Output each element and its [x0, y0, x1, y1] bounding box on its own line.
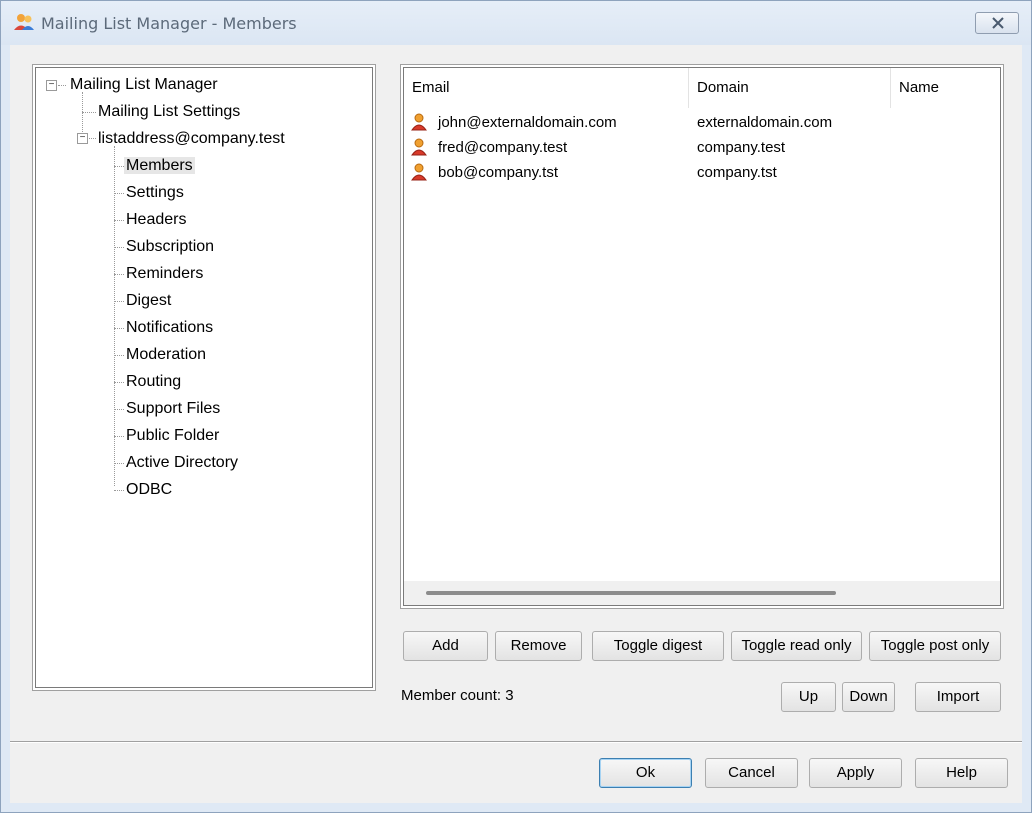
- separator: [10, 741, 1022, 743]
- toggle-digest-button[interactable]: Toggle digest: [592, 631, 724, 661]
- navigation-tree-inner: − Mailing List Manager Mailing List Sett…: [35, 67, 373, 688]
- close-icon: [992, 17, 1004, 29]
- mailing-list-users-icon: [14, 14, 34, 30]
- member-email: john@externaldomain.com: [438, 114, 617, 131]
- tree-item-support-files[interactable]: Support Files: [126, 398, 220, 420]
- user-icon: [411, 163, 427, 181]
- dialog-window: Mailing List Manager - Members − Mailing…: [0, 0, 1032, 813]
- tree-item-active-directory[interactable]: Active Directory: [126, 452, 238, 474]
- column-header-name[interactable]: Name: [891, 68, 1000, 108]
- cancel-button[interactable]: Cancel: [705, 758, 798, 788]
- close-button[interactable]: [975, 12, 1019, 34]
- tree-item-notifications[interactable]: Notifications: [126, 317, 213, 339]
- member-count-label: Member count: 3: [401, 687, 514, 704]
- member-domain: externaldomain.com: [697, 114, 833, 131]
- member-email: bob@company.tst: [438, 164, 559, 181]
- tree-item-odbc[interactable]: ODBC: [126, 479, 172, 501]
- member-email: fred@company.test: [438, 139, 568, 156]
- tree-item-digest[interactable]: Digest: [126, 290, 171, 312]
- table-row[interactable]: john@externaldomain.com externaldomain.c…: [404, 110, 1000, 135]
- table-row[interactable]: fred@company.test company.test: [404, 135, 1000, 160]
- up-button[interactable]: Up: [781, 682, 836, 712]
- column-header-domain[interactable]: Domain: [689, 68, 891, 108]
- tree-item-mailing-list-manager[interactable]: Mailing List Manager: [70, 74, 218, 96]
- table-row[interactable]: bob@company.tst company.tst: [404, 160, 1000, 185]
- list-header: Email Domain Name: [404, 68, 1000, 108]
- column-header-email[interactable]: Email: [404, 68, 689, 108]
- window-title: Mailing List Manager - Members: [41, 14, 297, 33]
- tree-item-members[interactable]: Members: [124, 155, 195, 177]
- tree-item-reminders[interactable]: Reminders: [126, 263, 203, 285]
- toggle-post-only-button[interactable]: Toggle post only: [869, 631, 1001, 661]
- navigation-tree: − Mailing List Manager Mailing List Sett…: [32, 64, 376, 691]
- tree-item-settings[interactable]: Settings: [126, 182, 184, 204]
- tree-item-list-address[interactable]: listaddress@company.test: [98, 128, 285, 150]
- user-icon: [411, 113, 427, 131]
- import-button[interactable]: Import: [915, 682, 1001, 712]
- help-button[interactable]: Help: [915, 758, 1008, 788]
- title-bar[interactable]: Mailing List Manager - Members: [1, 1, 1031, 45]
- apply-button[interactable]: Apply: [809, 758, 902, 788]
- tree-item-mailing-list-settings[interactable]: Mailing List Settings: [98, 101, 240, 123]
- user-icon: [411, 138, 427, 156]
- tree-item-subscription[interactable]: Subscription: [126, 236, 214, 258]
- remove-button[interactable]: Remove: [495, 631, 582, 661]
- member-domain: company.test: [697, 139, 786, 156]
- members-list: Email Domain Name john@externaldomain.co…: [400, 64, 1004, 609]
- horizontal-scrollbar[interactable]: [404, 581, 1000, 605]
- tree-item-public-folder[interactable]: Public Folder: [126, 425, 219, 447]
- ok-button[interactable]: Ok: [599, 758, 692, 788]
- collapse-icon[interactable]: −: [46, 80, 57, 91]
- tree-item-moderation[interactable]: Moderation: [126, 344, 206, 366]
- toggle-read-only-button[interactable]: Toggle read only: [731, 631, 862, 661]
- members-list-inner[interactable]: Email Domain Name john@externaldomain.co…: [403, 67, 1001, 606]
- dialog-client-area: − Mailing List Manager Mailing List Sett…: [10, 45, 1022, 803]
- collapse-icon[interactable]: −: [77, 133, 88, 144]
- tree-item-routing[interactable]: Routing: [126, 371, 181, 393]
- tree-item-headers[interactable]: Headers: [126, 209, 186, 231]
- scrollbar-thumb[interactable]: [426, 591, 836, 595]
- down-button[interactable]: Down: [842, 682, 895, 712]
- add-button[interactable]: Add: [403, 631, 488, 661]
- member-domain: company.tst: [697, 164, 777, 181]
